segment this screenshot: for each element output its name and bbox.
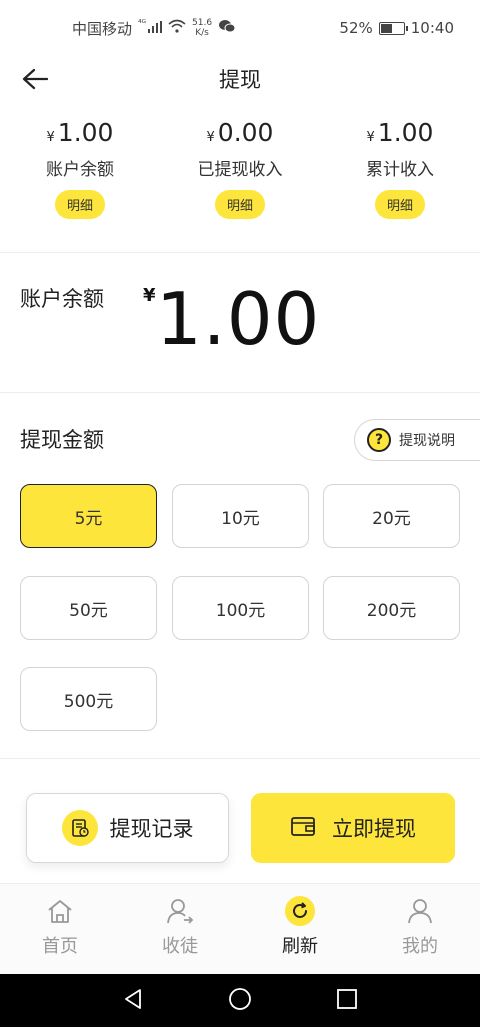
tab-mine[interactable]: 我的 [360,884,480,974]
amount-option-10[interactable]: 10元 [172,484,309,548]
bottom-tab-bar: 首页 收徒 刷新 我的 [0,883,480,974]
withdraw-label: 立即提现 [332,817,416,841]
back-triangle-icon[interactable] [122,988,144,1014]
stat-value: 1.00 [57,118,114,147]
amount-section-title: 提现金额 [20,428,104,452]
app-header: 提现 [0,56,480,102]
system-nav-bar [0,974,480,1027]
stat-amount: ¥1.00 [47,118,114,147]
carrier-name: 中国移动 [72,19,133,38]
explain-label: 提现说明 [399,433,455,449]
income-stats: ¥1.00 账户余额 明细 ¥0.00 已提现收入 明细 ¥1.00 累计收入 … [0,118,480,238]
stat-total-income: ¥1.00 累计收入 明细 [320,118,480,238]
wifi-icon [168,19,186,37]
clock: 10:40 [410,19,454,37]
stat-value: 0.00 [217,118,274,147]
record-icon [61,810,98,846]
stat-withdrawn: ¥0.00 已提现收入 明细 [160,118,320,238]
currency-symbol: ¥ [46,130,55,145]
profile-icon [405,896,435,926]
amount-option-100[interactable]: 100元 [172,576,309,640]
stat-label: 累计收入 [366,160,434,180]
network-speed: 51.6 K/s [192,18,212,38]
currency-symbol: ¥ [366,130,375,145]
refresh-tab-icon-wrap [285,896,315,926]
amount-option-200[interactable]: 200元 [323,576,460,640]
withdraw-record-button[interactable]: 提现记录 [26,793,229,863]
speed-unit: K/s [195,28,209,38]
total-income-detail-button[interactable]: 明细 [374,190,425,219]
refresh-icon [285,896,315,926]
tab-label: 我的 [402,936,438,957]
stat-label: 账户余额 [46,160,114,180]
amount-option-5[interactable]: 5元 [20,484,157,548]
amount-option-20[interactable]: 20元 [323,484,460,548]
balance-currency: ¥ [143,285,156,306]
withdraw-explanation-button[interactable]: ? 提现说明 [354,419,480,461]
question-icon: ? [367,428,391,452]
withdraw-now-button[interactable]: 立即提现 [251,793,455,863]
tab-label: 首页 [42,936,78,957]
status-right: 52% 10:40 [339,19,454,37]
wallet-icon [290,815,316,842]
stat-value: 1.00 [377,118,434,147]
network-type: ⁴ᴳ [138,19,147,29]
status-left: 中国移动 ⁴ᴳ 51.6 K/s [72,18,236,39]
tab-home[interactable]: 首页 [0,884,120,974]
divider [0,392,480,393]
page-title: 提现 [219,68,261,92]
speed-value: 51.6 [192,18,213,28]
balance-detail-button[interactable]: 明细 [54,190,105,219]
tab-label: 刷新 [282,936,318,957]
currency-symbol: ¥ [206,130,215,145]
stat-balance: ¥1.00 账户余额 明细 [0,118,160,238]
battery-icon [378,21,408,35]
balance-label: 账户余额 [20,287,104,311]
battery-percent: 52% [339,19,373,37]
tab-apprentice[interactable]: 收徒 [120,884,240,974]
amount-option-50[interactable]: 50元 [20,576,157,640]
withdrawn-detail-button[interactable]: 明细 [214,190,265,219]
stat-amount: ¥1.00 [367,118,434,147]
tab-refresh[interactable]: 刷新 [240,884,360,974]
home-circle-icon[interactable] [228,987,252,1015]
balance-panel: 账户余额 ¥ 1.00 [0,253,480,393]
status-bar: 中国移动 ⁴ᴳ 51.6 K/s 52% 10:40 [0,0,480,56]
stat-label: 已提现收入 [197,160,283,180]
battery-fill [380,23,392,33]
balance-value: 1.00 [156,277,321,361]
user-arrow-icon [165,896,195,926]
signal-icon [148,19,163,37]
divider [0,758,480,759]
record-label: 提现记录 [109,817,194,841]
wechat-icon [218,19,236,37]
amount-option-500[interactable]: 500元 [20,667,157,731]
tab-label: 收徒 [162,936,198,957]
home-icon [45,896,75,926]
stat-amount: ¥0.00 [207,118,274,147]
recents-square-icon[interactable] [336,988,358,1014]
